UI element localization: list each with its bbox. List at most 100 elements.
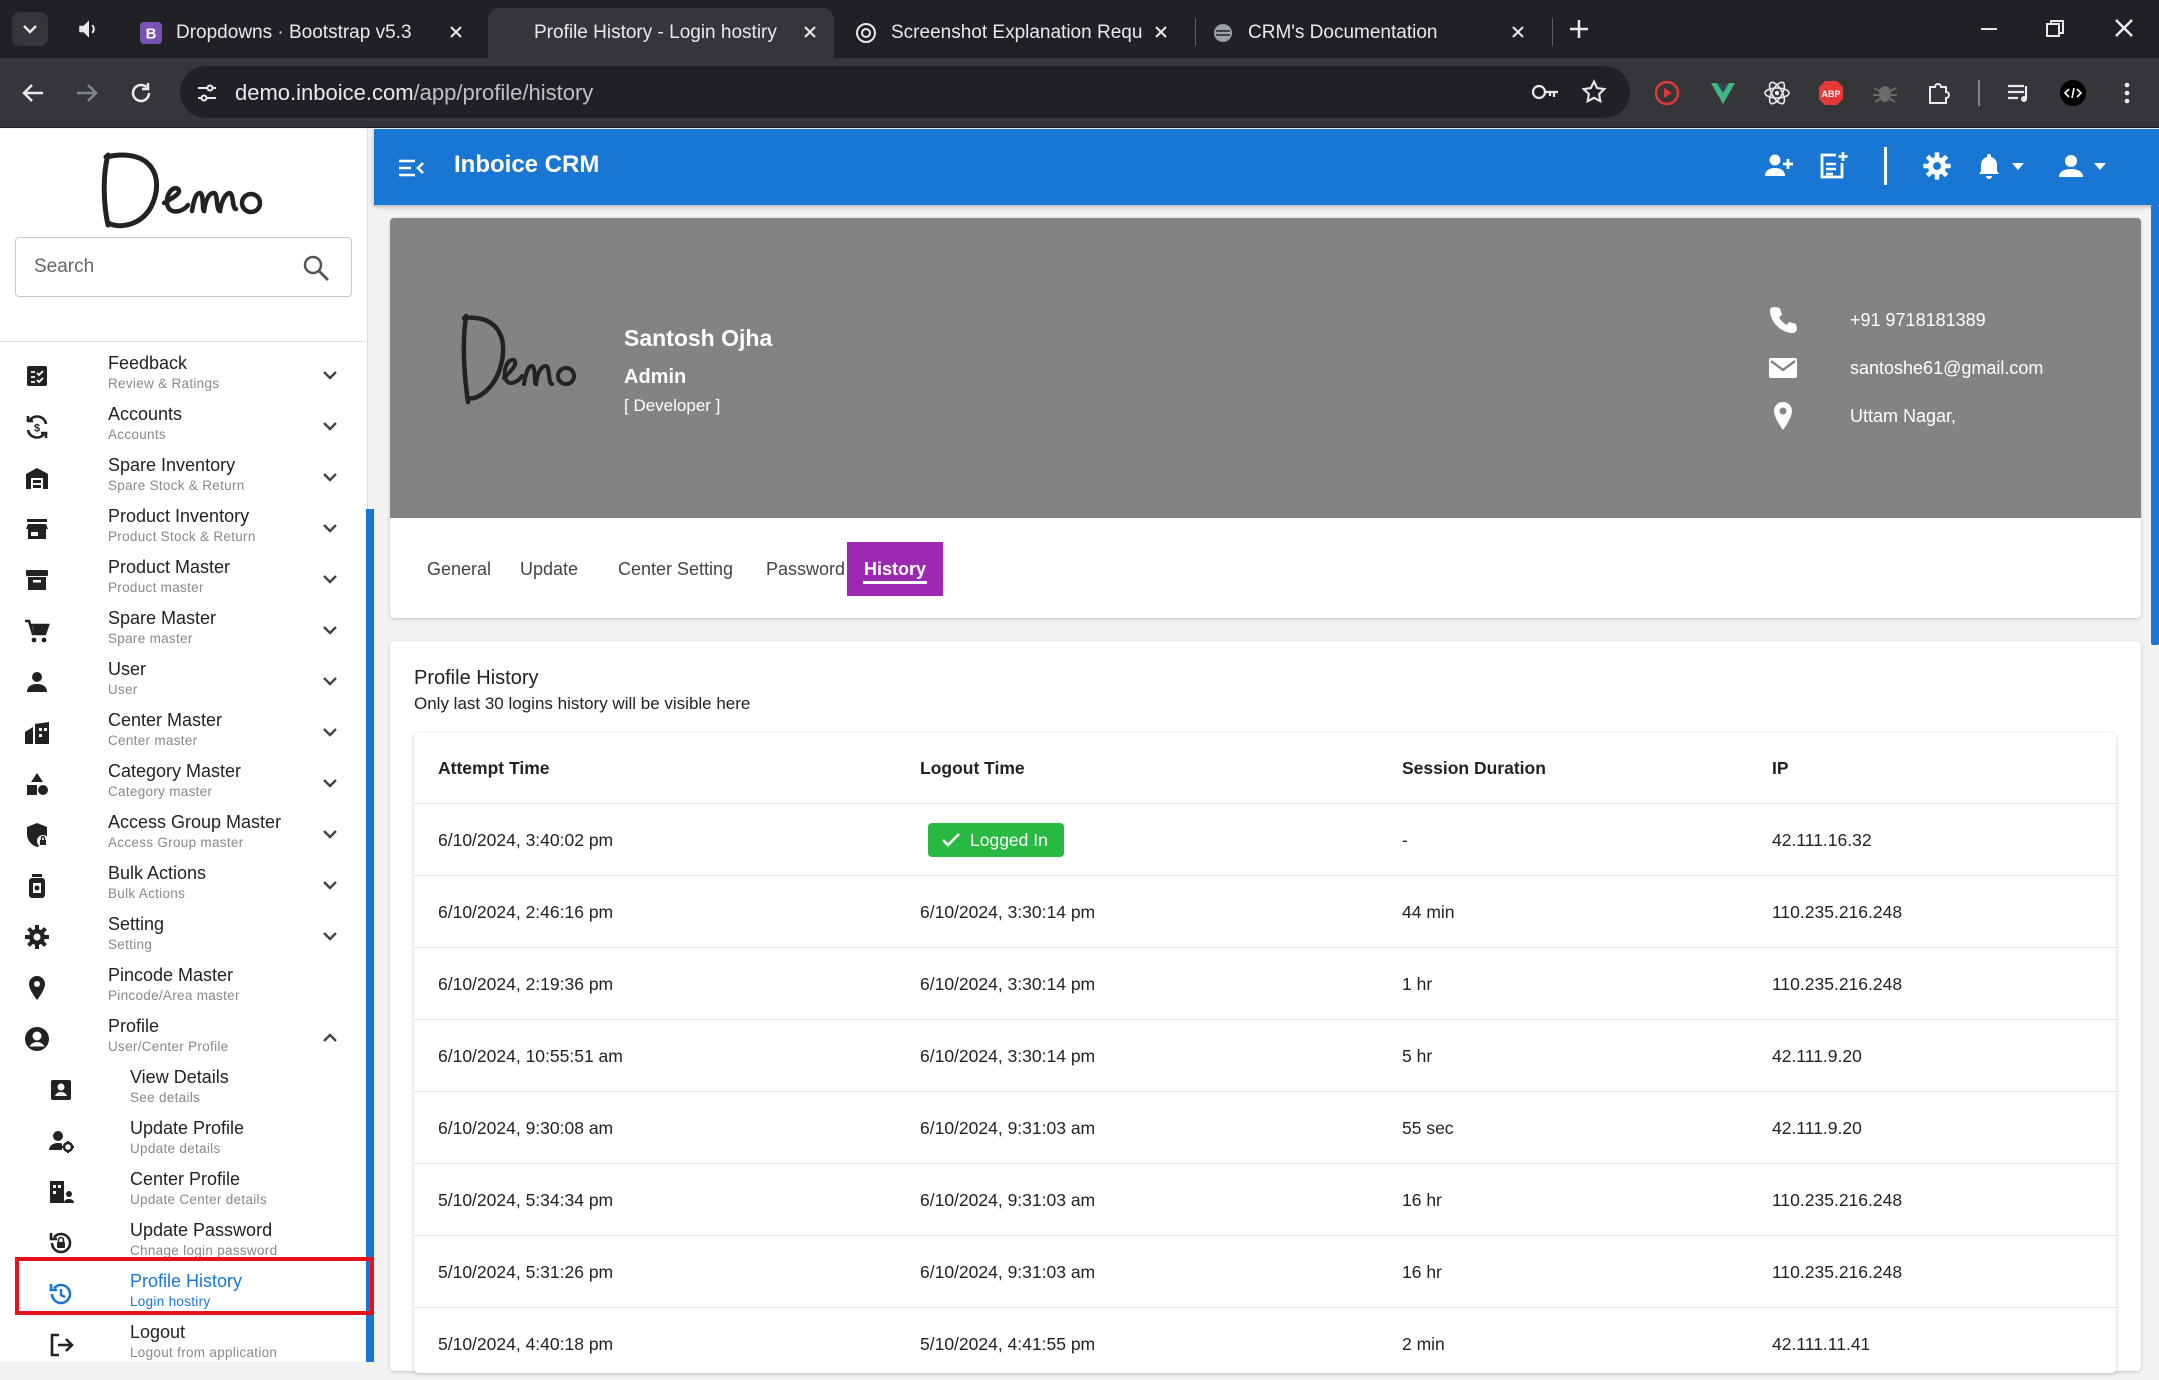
sidebar-item-center-master[interactable]: Center Master Center master [0, 706, 366, 757]
sidebar-item-sublabel: Update details [130, 1141, 221, 1156]
search-input[interactable] [32, 252, 292, 282]
sidebar-item-label: Pincode Master [108, 965, 234, 985]
sidebar-subitem-logout[interactable]: Logout Logout from application [0, 1318, 366, 1369]
gear-icon[interactable] [1920, 149, 1954, 183]
back-arrow-icon[interactable] [18, 78, 48, 108]
devtools-code-icon[interactable] [2058, 78, 2088, 108]
sidebar-item-feedback[interactable]: Feedback Review & Ratings [0, 349, 366, 400]
caret-down-icon [2012, 163, 2024, 170]
sidebar-item-label: Category Master [108, 761, 242, 781]
table-row: 6/10/2024, 10:55:51 am 6/10/2024, 3:30:1… [414, 1019, 2116, 1091]
tab-center-setting[interactable]: Center Setting [601, 542, 750, 596]
sidebar-subitem-center-profile[interactable]: Center Profile Update Center details [0, 1165, 366, 1216]
more-vert-icon[interactable] [2112, 78, 2142, 108]
tab-search-button[interactable] [12, 12, 48, 46]
minimize-icon[interactable] [1978, 18, 2000, 40]
extension-bug-icon[interactable] [1870, 78, 1900, 108]
extension-adblock-icon[interactable]: ABP [1816, 78, 1846, 108]
contact-card-icon [51, 1080, 71, 1100]
caret-down-icon [2094, 163, 2106, 170]
column-header-attempt-time[interactable]: Attempt Time [438, 733, 550, 803]
add-user-icon[interactable] [1762, 149, 1796, 183]
column-header-logout-time[interactable]: Logout Time [920, 733, 1025, 803]
restore-icon[interactable] [2044, 18, 2066, 40]
sidebar-item-label: Update Profile [130, 1118, 245, 1138]
sidebar-item-user[interactable]: User User [0, 655, 366, 706]
sidebar-subitem-view-details[interactable]: View Details See details [0, 1063, 366, 1114]
sidebar-item-sublabel: Update Center details [130, 1192, 267, 1207]
tab-separator [1552, 18, 1553, 46]
chevron-down-icon [323, 728, 337, 737]
sidebar-item-product-inventory[interactable]: Product Inventory Product Stock & Return [0, 502, 366, 553]
sidebar-item-sublabel: Bulk Actions [108, 886, 186, 901]
cell-ip: 110.235.216.248 [1772, 1189, 1903, 1210]
bookmark-star-icon[interactable] [1580, 78, 1608, 106]
history-card: Profile History Only last 30 logins hist… [390, 641, 2141, 1373]
extension-react-icon[interactable] [1762, 78, 1792, 108]
browser-tab[interactable]: B Dropdowns · Bootstrap v5.3 [140, 8, 480, 58]
table-row: 5/10/2024, 5:34:34 pm 6/10/2024, 9:31:03… [414, 1163, 2116, 1235]
sidebar-scrollbar[interactable] [366, 509, 374, 1362]
browser-tab[interactable]: CRM's Documentation [1212, 8, 1542, 58]
column-header-ip[interactable]: IP [1772, 733, 1789, 803]
tab-history[interactable]: History [847, 542, 944, 596]
location-pin-icon [29, 976, 45, 1000]
close-icon[interactable] [446, 22, 466, 42]
close-icon[interactable] [800, 22, 820, 42]
cell-session-duration: - [1402, 829, 1408, 850]
sidebar-subitem-update-profile[interactable]: Update Profile Update details [0, 1114, 366, 1165]
address-bar[interactable]: demo.inboice.com/app/profile/history [180, 66, 1630, 118]
manage-account-icon [49, 1131, 74, 1153]
password-key-icon[interactable] [1530, 79, 1560, 105]
close-window-icon[interactable] [2112, 16, 2136, 40]
sidebar-item-sublabel: Product master [108, 580, 204, 595]
sidebar-item-bulk-actions[interactable]: Bulk Actions Bulk Actions [0, 859, 366, 910]
cell-session-duration: 1 hr [1402, 973, 1433, 994]
chevron-down-icon [323, 881, 337, 890]
chevron-up-icon [323, 1033, 337, 1042]
globe-icon [1214, 24, 1232, 42]
profile-name: Santosh Ojha [624, 325, 773, 351]
reload-icon[interactable] [126, 78, 156, 108]
browser-tab-active[interactable]: Profile History - Login hostiry | c [488, 8, 834, 58]
profile-card: Santosh Ojha Admin [ Developer ] +91 971… [390, 218, 2141, 618]
site-settings-icon[interactable] [194, 80, 220, 106]
cell-attempt-time: 6/10/2024, 2:46:16 pm [438, 901, 614, 922]
post-add-icon[interactable] [1816, 149, 1850, 183]
notifications-dropdown[interactable] [1972, 149, 2034, 183]
cell-logout-time: Logged In [928, 804, 1064, 876]
search-icon[interactable] [301, 253, 331, 283]
tab-general[interactable]: General [410, 542, 508, 596]
menu-open-icon[interactable] [396, 153, 426, 183]
sidebar-item-pincode-master[interactable]: Pincode Master Pincode/Area master [0, 961, 366, 1012]
sidebar-item-spare-master[interactable]: Spare Master Spare master [0, 604, 366, 655]
column-header-session-duration[interactable]: Session Duration [1402, 733, 1546, 803]
sidebar-item-accounts[interactable]: $ Accounts Accounts [0, 400, 366, 451]
extensions-puzzle-icon[interactable] [1924, 78, 1954, 108]
active-item-highlight [15, 1257, 374, 1315]
account-dropdown[interactable] [2054, 149, 2116, 183]
browser-tab[interactable]: Screenshot Explanation Request [855, 8, 1185, 58]
sidebar-item-category-master[interactable]: Category Master Category master [0, 757, 366, 808]
close-icon[interactable] [1508, 22, 1528, 42]
sidebar-item-setting[interactable]: Setting Setting [0, 910, 366, 961]
chevron-down-icon [23, 25, 37, 34]
tab-update[interactable]: Update [503, 542, 595, 596]
extension-vue-icon[interactable] [1708, 78, 1738, 108]
forward-arrow-icon[interactable] [72, 78, 102, 108]
sidebar-item-product-master[interactable]: Product Master Product master [0, 553, 366, 604]
tab-password[interactable]: Password [749, 542, 862, 596]
sidebar-item-spare-inventory[interactable]: Spare Inventory Spare Stock & Return [0, 451, 366, 502]
sidebar-item-label: Product Inventory [108, 506, 250, 526]
tab-audio-button[interactable] [76, 16, 102, 42]
sidebar-item-profile[interactable]: Profile User/Center Profile [0, 1012, 366, 1063]
sidebar-item-label: Product Master [108, 557, 231, 577]
media-queue-icon[interactable] [2004, 78, 2034, 108]
tab-active-underline [863, 581, 928, 584]
sidebar-item-access-group-master[interactable]: Access Group Master Access Group master [0, 808, 366, 859]
sidebar-item-label: Center Profile [130, 1169, 241, 1189]
close-icon[interactable] [1151, 22, 1171, 42]
page-scrollbar[interactable] [2151, 205, 2159, 645]
extension-youtube-icon[interactable] [1652, 78, 1682, 108]
new-tab-icon[interactable] [1566, 16, 1592, 42]
